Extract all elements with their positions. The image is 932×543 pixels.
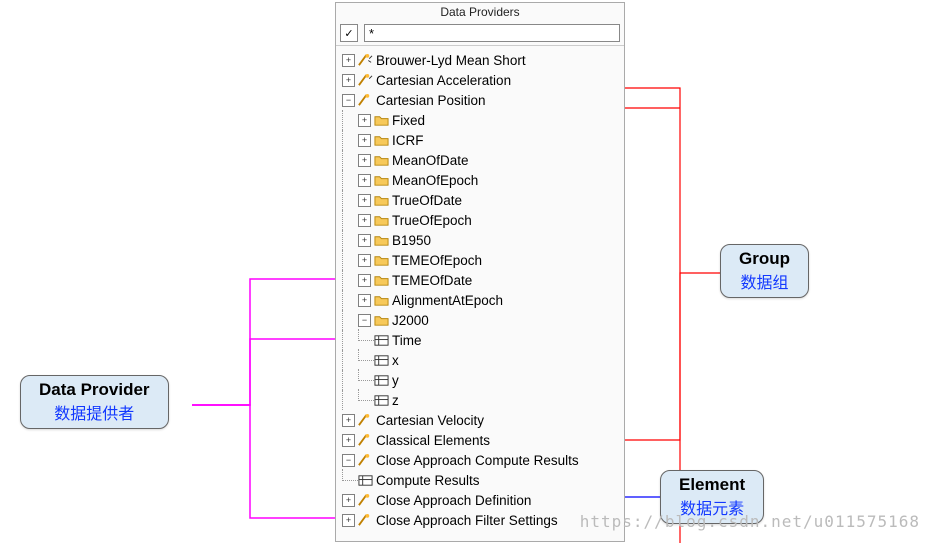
expand-icon[interactable]: + bbox=[358, 274, 371, 287]
tree-item-cart-vel[interactable]: +Cartesian Velocity bbox=[342, 410, 622, 430]
callout-data-provider: Data Provider 数据提供者 bbox=[20, 375, 169, 429]
tree-item-fixed[interactable]: +Fixed bbox=[342, 110, 622, 130]
tree-item-temeofepoch[interactable]: +TEMEOfEpoch bbox=[342, 250, 622, 270]
tree-item-close-def[interactable]: +Close Approach Definition bbox=[342, 490, 622, 510]
collapse-icon[interactable]: − bbox=[342, 454, 355, 467]
expand-icon[interactable]: + bbox=[342, 74, 355, 87]
tree-item-j2000[interactable]: −J2000 bbox=[342, 310, 622, 330]
filter-checkbox[interactable]: ✓ bbox=[340, 24, 358, 42]
panel-title: Data Providers bbox=[336, 3, 624, 21]
tree-item-y[interactable]: y bbox=[342, 370, 622, 390]
folder-icon bbox=[374, 113, 389, 128]
folder-icon bbox=[374, 133, 389, 148]
expand-icon[interactable]: + bbox=[358, 134, 371, 147]
element-icon bbox=[358, 473, 373, 488]
expand-icon[interactable]: + bbox=[358, 154, 371, 167]
expand-icon[interactable]: + bbox=[342, 54, 355, 67]
folder-icon bbox=[374, 213, 389, 228]
callout-group: Group 数据组 bbox=[720, 244, 809, 298]
provider-icon bbox=[358, 513, 373, 528]
element-icon bbox=[374, 373, 389, 388]
filter-input[interactable] bbox=[364, 24, 620, 42]
element-icon bbox=[374, 353, 389, 368]
expand-icon[interactable]: + bbox=[358, 254, 371, 267]
expand-icon[interactable]: + bbox=[358, 294, 371, 307]
folder-icon bbox=[374, 193, 389, 208]
collapse-icon[interactable]: − bbox=[358, 314, 371, 327]
tree-item-trueofepoch[interactable]: +TrueOfEpoch bbox=[342, 210, 622, 230]
tree-item-meanofepoch[interactable]: +MeanOfEpoch bbox=[342, 170, 622, 190]
watermark: https://blog.csdn.net/u011575168 bbox=[580, 512, 920, 531]
folder-icon bbox=[374, 313, 389, 328]
provider-icon bbox=[358, 73, 373, 88]
provider-icon bbox=[358, 493, 373, 508]
provider-icon bbox=[358, 413, 373, 428]
collapse-icon[interactable]: − bbox=[342, 94, 355, 107]
tree-item-classical[interactable]: +Classical Elements bbox=[342, 430, 622, 450]
folder-icon bbox=[374, 293, 389, 308]
expand-icon[interactable]: + bbox=[358, 234, 371, 247]
tree-item-trueofdate[interactable]: +TrueOfDate bbox=[342, 190, 622, 210]
data-providers-panel: Data Providers ✓ + Brouwer-Lyd Mean Shor… bbox=[335, 2, 625, 542]
folder-icon bbox=[374, 253, 389, 268]
element-icon bbox=[374, 333, 389, 348]
tree-item-cart-pos[interactable]: − Cartesian Position bbox=[342, 90, 622, 110]
expand-icon[interactable]: + bbox=[342, 514, 355, 527]
tree-item-temeofdate[interactable]: +TEMEOfDate bbox=[342, 270, 622, 290]
expand-icon[interactable]: + bbox=[358, 194, 371, 207]
expand-icon[interactable]: + bbox=[358, 174, 371, 187]
tree-item-z[interactable]: z bbox=[342, 390, 622, 410]
provider-icon bbox=[358, 53, 373, 68]
tree-item-alignmentatepoch[interactable]: +AlignmentAtEpoch bbox=[342, 290, 622, 310]
element-icon bbox=[374, 393, 389, 408]
provider-icon bbox=[358, 93, 373, 108]
expand-icon[interactable]: + bbox=[342, 434, 355, 447]
tree-item-compute-results[interactable]: Compute Results bbox=[342, 470, 622, 490]
expand-icon[interactable]: + bbox=[342, 414, 355, 427]
tree: + Brouwer-Lyd Mean Short + Cartesian Acc… bbox=[336, 46, 624, 532]
folder-icon bbox=[374, 173, 389, 188]
tree-item-x[interactable]: x bbox=[342, 350, 622, 370]
folder-icon bbox=[374, 153, 389, 168]
folder-icon bbox=[374, 273, 389, 288]
expand-icon[interactable]: + bbox=[358, 214, 371, 227]
tree-item-cart-accel[interactable]: + Cartesian Acceleration bbox=[342, 70, 622, 90]
tree-item-icrf[interactable]: +ICRF bbox=[342, 130, 622, 150]
provider-icon bbox=[358, 453, 373, 468]
tree-item-close-compute[interactable]: −Close Approach Compute Results bbox=[342, 450, 622, 470]
folder-icon bbox=[374, 233, 389, 248]
expand-icon[interactable]: + bbox=[358, 114, 371, 127]
tree-item-time[interactable]: Time bbox=[342, 330, 622, 350]
expand-icon[interactable]: + bbox=[342, 494, 355, 507]
filter-row: ✓ bbox=[336, 21, 624, 46]
provider-icon bbox=[358, 433, 373, 448]
tree-item-b1950[interactable]: +B1950 bbox=[342, 230, 622, 250]
tree-item-meanofdate[interactable]: +MeanOfDate bbox=[342, 150, 622, 170]
tree-item-brouwer[interactable]: + Brouwer-Lyd Mean Short bbox=[342, 50, 622, 70]
